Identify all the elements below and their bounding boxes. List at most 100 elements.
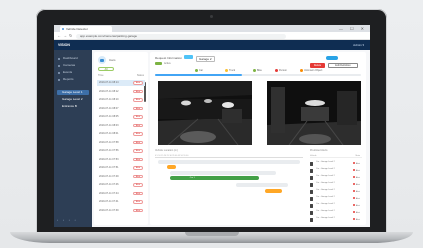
tab-strip: Vehicle Detector — ☐ ✕	[54, 25, 370, 32]
status-badge: Alert	[133, 132, 143, 136]
alert-row[interactable]: Car - Garage Level 2 Alert	[310, 216, 362, 223]
status-badge: Alert	[133, 98, 143, 102]
list-item[interactable]: 2019-07-11 07:46 Alert	[97, 182, 145, 188]
legend-dot-icon	[195, 69, 198, 72]
list-item[interactable]: 2019-07-11 08:12 Alert	[97, 89, 145, 95]
camera-feed-right[interactable]	[267, 81, 361, 145]
alert-state: Alert	[352, 197, 360, 200]
list-item-time: 2019-07-11 07:58	[99, 140, 119, 144]
vehicle-thumbnail-icon	[310, 161, 313, 166]
list-item[interactable]: 2019-07-11 08:07 Alert	[97, 106, 145, 112]
sidebar-item-icon	[58, 57, 60, 60]
timeline-track-label: Car 1	[189, 176, 195, 179]
list-item-time: 2019-07-11 07:41	[99, 200, 119, 203]
video-name[interactable]: Garage 2	[196, 55, 215, 62]
status-badge: Alert	[133, 183, 143, 187]
list-item[interactable]: 2019-07-11 07:39 Alert	[97, 208, 145, 214]
laptop-notch	[185, 232, 239, 236]
sidebar-item[interactable]: Cameras	[57, 63, 89, 68]
sidebar-item-label: Dashboard	[63, 56, 78, 60]
alert-state: Alert	[352, 190, 360, 193]
alert-text: Car - Garage Level 2	[316, 181, 335, 184]
alert-text: Car - Garage Level 2	[316, 202, 335, 205]
alert-row[interactable]: Car - Garage Level 2 Alert	[310, 174, 362, 181]
app-logo[interactable]: VISION	[58, 43, 70, 47]
window-controls[interactable]: — ☐ ✕	[339, 26, 367, 31]
alert-state-label: Alert	[355, 170, 360, 172]
live-toggle[interactable]	[326, 56, 338, 60]
alert-row[interactable]: Car - Garage Level 2 Alert	[310, 195, 362, 202]
url-field[interactable]: app.example.com/cameras/parking-garage	[76, 33, 286, 39]
filter-chip[interactable]: All	[98, 67, 114, 71]
timeline-track[interactable]	[264, 189, 283, 193]
list-item[interactable]: 2019-07-11 08:01 Alert	[97, 131, 145, 137]
list-item[interactable]: 2019-07-11 07:53 Alert	[97, 157, 145, 163]
list-item[interactable]: 2019-07-11 08:10 Alert	[97, 97, 145, 103]
list-item-time: 2019-07-11 07:53	[99, 157, 119, 161]
alert-dot-icon	[352, 162, 355, 164]
list-item[interactable]: 2019-07-11 07:51 Alert	[97, 165, 145, 171]
user-menu[interactable]: Admin ▾	[353, 43, 364, 47]
webcam-icon	[210, 15, 213, 18]
list-item[interactable]: 2019-07-11 08:03 Alert	[97, 123, 145, 129]
status-badge: Alert	[133, 81, 143, 85]
alert-state: Alert	[352, 162, 360, 165]
legend-dot-icon	[253, 69, 256, 72]
alerts-title: Predicted Alerts	[310, 149, 328, 152]
edit-definition-button[interactable]: Edit Definition	[328, 63, 358, 68]
status-badge	[155, 62, 162, 65]
legend-item[interactable]: Bike	[253, 69, 262, 72]
list-item-time: 2019-07-11 07:51	[99, 166, 119, 169]
list-item[interactable]: 2019-07-11 07:49 Alert	[97, 174, 145, 180]
list-item[interactable]: 2019-07-11 08:05 Alert	[97, 114, 145, 120]
alert-row[interactable]: Car - Garage Level 2 Alert	[310, 181, 362, 188]
list-item-time: 2019-07-11 08:05	[99, 115, 119, 118]
list-item[interactable]: 2019-07-11 07:41 Alert	[97, 199, 145, 205]
timeline-track[interactable]	[169, 171, 277, 175]
list-item[interactable]: 2019-07-11 07:56 Alert	[97, 148, 145, 154]
legend-item[interactable]: Truck	[225, 69, 235, 72]
list-item[interactable]: 2019-07-11 07:58 Alert	[97, 140, 145, 146]
status-badge: Alert	[133, 89, 143, 94]
alert-row[interactable]: Car - Garage Level 2 Alert	[310, 160, 362, 167]
legend-item[interactable]: Car	[195, 69, 203, 72]
extension-icons	[326, 34, 366, 47]
timeline-track[interactable]	[157, 160, 301, 164]
sidebar-item[interactable]: Reports	[57, 77, 89, 82]
alert-dot-icon	[352, 197, 355, 199]
timeline-track[interactable]	[166, 165, 176, 169]
list-item[interactable]: 2019-07-11 07:44 Alert	[97, 191, 145, 197]
list-item-time: 2019-07-11 07:44	[99, 191, 119, 195]
forward-icon[interactable]: →	[63, 33, 67, 38]
sidebar-item-label: Events	[63, 70, 73, 74]
delete-button[interactable]: Delete	[310, 63, 325, 68]
playback-progress[interactable]	[155, 74, 361, 76]
legend-item[interactable]: Unknown Object	[300, 69, 322, 72]
alert-row[interactable]: Car - Garage Level 2 Alert	[310, 209, 362, 216]
status-badge: Alert	[133, 191, 143, 196]
sidebar-item[interactable]: Events	[57, 70, 89, 75]
sidebar: • • • • Dashboard Cameras Events Reports Gar…	[54, 50, 92, 227]
alert-state-label: Alert	[355, 163, 360, 165]
sidebar-subitem[interactable]: Entrance B	[57, 104, 89, 109]
sidebar-subitem[interactable]: Garage Level 2	[57, 97, 89, 102]
sidebar-item[interactable]: Dashboard	[57, 56, 89, 61]
alert-state-label: Alert	[355, 205, 360, 207]
back-icon[interactable]: ←	[57, 33, 61, 38]
list-item[interactable]: 2019-07-11 08:14 Alert	[97, 80, 145, 86]
list-header-status: Status	[136, 74, 144, 77]
alert-row[interactable]: Car - Garage Level 2 Alert	[310, 167, 362, 174]
timeline-track[interactable]: Car 1	[169, 176, 259, 180]
camera-feed-left[interactable]	[158, 81, 252, 145]
alert-row[interactable]: Car - Garage Level 2 Alert	[310, 188, 362, 195]
reload-icon[interactable]: ↻	[69, 33, 72, 38]
sidebar-subitem[interactable]: Garage Level 1	[57, 90, 89, 95]
vehicle-thumbnail-icon	[310, 210, 313, 215]
alert-row[interactable]: Car - Garage Level 2 Alert	[310, 202, 362, 209]
legend-item[interactable]: Person	[275, 69, 287, 72]
vehicle-thumbnail-icon	[310, 182, 313, 187]
timeline-track[interactable]	[236, 183, 289, 187]
alerts-list: Predicted Alerts Vehicle State Car - Gar…	[310, 149, 362, 223]
alert-text: Car - Garage Level 2	[316, 216, 335, 219]
vehicle-thumbnail-icon	[310, 189, 313, 194]
